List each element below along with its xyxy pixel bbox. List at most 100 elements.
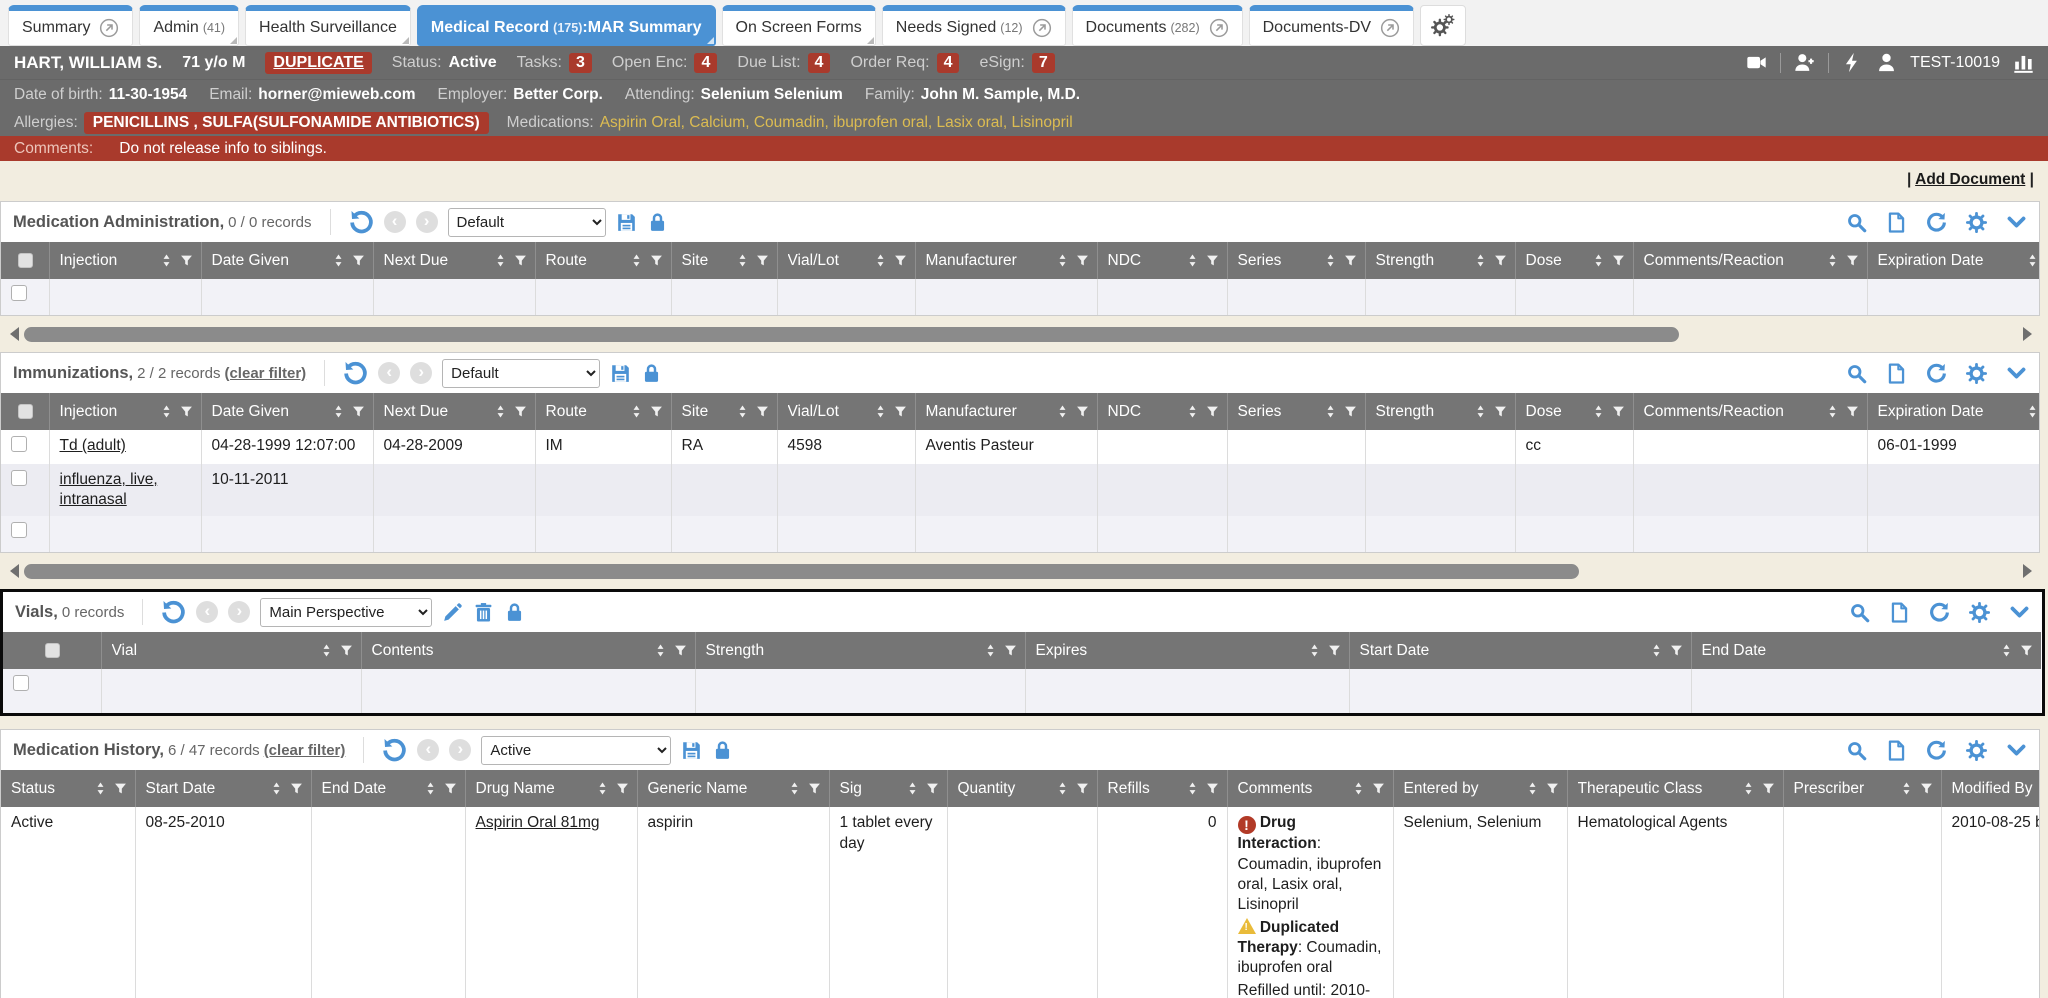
filter-icon[interactable] (514, 253, 527, 268)
column-header-quantity[interactable]: Quantity (947, 770, 1097, 807)
row-link[interactable]: Td (adult) (60, 437, 126, 454)
search-icon[interactable] (1846, 740, 1867, 761)
filter-icon[interactable] (650, 404, 663, 419)
tab-settings-button[interactable] (1420, 5, 1466, 46)
filter-icon[interactable] (444, 781, 457, 796)
prev-page-icon[interactable]: ‹ (384, 211, 406, 233)
popout-icon[interactable] (1380, 18, 1400, 38)
esign-count-badge[interactable]: 7 (1032, 53, 1055, 73)
row-checkbox[interactable] (11, 470, 27, 486)
column-header-expiration-date[interactable]: Expiration Date (1867, 393, 2039, 430)
prev-page-icon[interactable]: ‹ (417, 739, 439, 761)
column-header-manufacturer[interactable]: Manufacturer (915, 393, 1097, 430)
sort-icon[interactable] (736, 404, 749, 419)
select-all-checkbox[interactable] (18, 404, 33, 419)
column-header-modified-by[interactable]: Modified By (1941, 770, 2039, 807)
medications-list[interactable]: Aspirin Oral, Calcium, Coumadin, ibuprof… (600, 114, 1073, 132)
add-document-link[interactable]: Add Document (1915, 171, 2025, 188)
sort-icon[interactable] (1186, 404, 1199, 419)
column-header-expiration-date[interactable]: Expiration Date (1867, 242, 2039, 279)
column-header-series[interactable]: Series (1227, 242, 1365, 279)
settings-gear-icon[interactable] (1969, 602, 1990, 623)
sort-icon[interactable] (1474, 404, 1487, 419)
filter-icon[interactable] (1328, 643, 1341, 658)
tab-needs-signed[interactable]: Needs Signed(12) (882, 5, 1066, 46)
sort-icon[interactable] (788, 781, 801, 796)
sort-icon[interactable] (1056, 253, 1069, 268)
perspective-select[interactable]: Default (442, 359, 600, 388)
filter-icon[interactable] (1372, 781, 1385, 796)
column-header-start-date[interactable]: Start Date (1349, 632, 1691, 669)
filter-icon[interactable] (1612, 404, 1625, 419)
sort-icon[interactable] (1900, 781, 1913, 796)
filter-icon[interactable] (340, 643, 353, 658)
perspective-select[interactable]: Main Perspective (260, 598, 432, 627)
column-header-drug-name[interactable]: Drug Name (465, 770, 637, 807)
delete-trash-icon[interactable] (473, 602, 494, 623)
column-header-route[interactable]: Route (535, 242, 671, 279)
column-header-strength[interactable]: Strength (1365, 393, 1515, 430)
column-header-comments-reaction[interactable]: Comments/Reaction (1633, 393, 1867, 430)
next-page-icon[interactable]: › (416, 211, 438, 233)
sort-icon[interactable] (320, 643, 333, 658)
sort-icon[interactable] (1324, 253, 1337, 268)
bolt-icon[interactable] (1842, 52, 1863, 73)
column-header-generic-name[interactable]: Generic Name (637, 770, 829, 807)
user-icon[interactable] (1876, 52, 1897, 73)
filter-icon[interactable] (756, 253, 769, 268)
video-camera-icon[interactable] (1746, 52, 1767, 73)
search-icon[interactable] (1846, 212, 1867, 233)
column-header-injection[interactable]: Injection (49, 242, 201, 279)
scroll-thumb[interactable] (24, 327, 1679, 342)
clear-filter-link[interactable]: (clear filter) (264, 742, 346, 759)
column-header-manufacturer[interactable]: Manufacturer (915, 242, 1097, 279)
order-req-count-badge[interactable]: 4 (937, 53, 960, 73)
save-icon[interactable] (616, 212, 637, 233)
tab-documents[interactable]: Documents(282) (1072, 5, 1243, 46)
row-link[interactable]: Aspirin Oral 81mg (476, 814, 600, 831)
filter-icon[interactable] (1494, 404, 1507, 419)
save-icon[interactable] (681, 740, 702, 761)
sort-icon[interactable] (1474, 253, 1487, 268)
lock-icon[interactable] (504, 602, 525, 623)
filter-icon[interactable] (114, 781, 127, 796)
filter-icon[interactable] (1076, 253, 1089, 268)
filter-icon[interactable] (650, 253, 663, 268)
sort-icon[interactable] (596, 781, 609, 796)
clear-filter-link[interactable]: (clear filter) (224, 365, 306, 382)
column-header-refills[interactable]: Refills (1097, 770, 1227, 807)
filter-icon[interactable] (1076, 404, 1089, 419)
sort-icon[interactable] (2026, 253, 2039, 268)
filter-icon[interactable] (894, 253, 907, 268)
sort-icon[interactable] (654, 643, 667, 658)
next-page-icon[interactable]: › (410, 362, 432, 384)
sort-icon[interactable] (2000, 643, 2013, 658)
collapse-icon[interactable] (2006, 363, 2027, 384)
sort-icon[interactable] (94, 781, 107, 796)
settings-gear-icon[interactable] (1966, 212, 1987, 233)
tab-admin[interactable]: Admin(41) (139, 5, 239, 46)
scroll-right-icon[interactable] (2023, 564, 2032, 578)
due-list-count-badge[interactable]: 4 (808, 53, 831, 73)
sort-icon[interactable] (494, 253, 507, 268)
chart-icon[interactable] (2013, 52, 2034, 73)
perspective-select[interactable]: Default (448, 208, 606, 237)
column-header-entered-by[interactable]: Entered by (1393, 770, 1567, 807)
new-document-icon[interactable] (1886, 363, 1907, 384)
open-enc-count-badge[interactable]: 4 (694, 53, 717, 73)
filter-icon[interactable] (290, 781, 303, 796)
select-all-checkbox[interactable] (45, 643, 60, 658)
filter-icon[interactable] (926, 781, 939, 796)
column-header-date-given[interactable]: Date Given (201, 242, 373, 279)
column-header-injection[interactable]: Injection (49, 393, 201, 430)
scroll-right-icon[interactable] (2023, 327, 2032, 341)
lock-icon[interactable] (647, 212, 668, 233)
sort-icon[interactable] (424, 781, 437, 796)
column-header-vial-lot[interactable]: Vial/Lot (777, 393, 915, 430)
sort-icon[interactable] (1742, 781, 1755, 796)
tab-health-surveillance[interactable]: Health Surveillance (245, 5, 411, 46)
sort-icon[interactable] (2026, 404, 2039, 419)
scroll-left-icon[interactable] (10, 327, 19, 341)
sort-icon[interactable] (1826, 253, 1839, 268)
row-checkbox[interactable] (11, 522, 27, 538)
